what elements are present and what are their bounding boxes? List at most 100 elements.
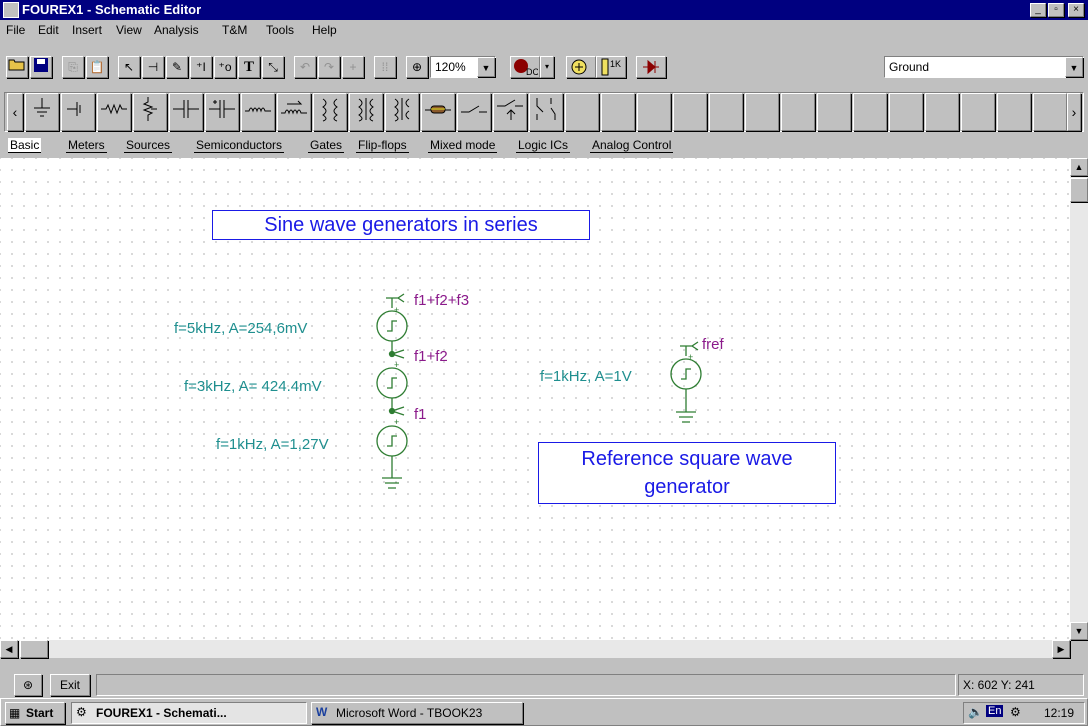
component-slot-empty[interactable] bbox=[961, 93, 995, 131]
tab-basic[interactable]: Basic bbox=[8, 138, 42, 153]
pencil-icon[interactable]: ✎ bbox=[166, 56, 188, 78]
transformer-icon[interactable] bbox=[313, 93, 347, 131]
diode-icon[interactable] bbox=[636, 56, 666, 78]
polarized-capacitor-icon[interactable] bbox=[205, 93, 239, 131]
tab-sources[interactable]: Sources bbox=[124, 138, 173, 153]
scroll-left-icon[interactable]: ‹ bbox=[7, 93, 23, 131]
minimize-button[interactable]: _ bbox=[1030, 3, 1046, 17]
tab-flip-flops[interactable]: Flip-flops bbox=[356, 138, 409, 153]
text-origin-icon[interactable]: ⁺o bbox=[214, 56, 236, 78]
menu-insert[interactable]: Insert bbox=[72, 23, 102, 37]
text-icon[interactable]: T bbox=[238, 56, 260, 78]
scroll-down-icon[interactable]: ▼ bbox=[1070, 622, 1088, 640]
scroll-left-icon[interactable]: ◀ bbox=[0, 640, 18, 658]
redo-icon[interactable]: ↷ bbox=[318, 56, 340, 78]
label-icon[interactable]: ⤡ bbox=[262, 56, 284, 78]
menu-analysis[interactable]: Analysis bbox=[154, 23, 199, 37]
maximize-button[interactable]: ▫ bbox=[1048, 3, 1064, 17]
component-slot-empty[interactable] bbox=[673, 93, 707, 131]
open-icon[interactable] bbox=[6, 56, 28, 78]
node-label-low: f1 bbox=[414, 406, 427, 423]
component-slot-empty[interactable] bbox=[709, 93, 743, 131]
reference-generator-circuit[interactable]: + bbox=[660, 340, 730, 450]
close-button[interactable]: × bbox=[1068, 3, 1084, 17]
horizontal-scrollbar[interactable]: ◀ ▶ bbox=[0, 640, 1070, 658]
chevron-down-icon[interactable]: ▼ bbox=[477, 57, 495, 77]
scroll-up-icon[interactable]: ▲ bbox=[1070, 158, 1088, 176]
component-slot-empty[interactable] bbox=[637, 93, 671, 131]
scroll-right-icon[interactable]: › bbox=[1067, 93, 1081, 131]
schematic-canvas[interactable]: Sine wave generators in series Reference… bbox=[0, 158, 1070, 640]
component-slot-empty[interactable] bbox=[745, 93, 779, 131]
component-slot-empty[interactable] bbox=[853, 93, 887, 131]
ground-icon[interactable] bbox=[25, 93, 59, 131]
component-slot-empty[interactable] bbox=[817, 93, 851, 131]
grid-icon[interactable]: ⁞⁞ bbox=[374, 56, 396, 78]
resistor-icon[interactable] bbox=[97, 93, 131, 131]
horizontal-scroll-thumb[interactable] bbox=[20, 640, 48, 658]
capacitor-icon[interactable] bbox=[169, 93, 203, 131]
speaker-icon[interactable]: 🔈 bbox=[968, 705, 983, 719]
wire-icon[interactable]: ⊣ bbox=[142, 56, 164, 78]
potentiometer-icon[interactable] bbox=[133, 93, 167, 131]
copy-icon[interactable]: ⎘ bbox=[62, 56, 84, 78]
tab-logic-ics[interactable]: Logic ICs bbox=[516, 138, 571, 153]
menu-edit[interactable]: Edit bbox=[38, 23, 59, 37]
paste-icon[interactable]: 📋 bbox=[86, 56, 108, 78]
meter-icon[interactable] bbox=[566, 56, 596, 78]
exit-button[interactable]: Exit bbox=[50, 674, 90, 696]
tab-mixed-mode[interactable]: Mixed mode bbox=[428, 138, 498, 153]
reference-label-box[interactable]: Reference square wave generator bbox=[538, 442, 836, 504]
dc-dropdown-icon[interactable]: ▾ bbox=[540, 56, 554, 78]
zoom-icon[interactable]: ⊕ bbox=[406, 56, 428, 78]
component-slot-empty[interactable] bbox=[601, 93, 635, 131]
dc-analysis-icon[interactable]: DC bbox=[510, 56, 540, 78]
save-icon[interactable] bbox=[30, 56, 52, 78]
tab-meters[interactable]: Meters bbox=[66, 138, 107, 153]
network-icon[interactable]: ⚙ bbox=[1010, 705, 1021, 719]
language-indicator[interactable]: En bbox=[986, 705, 1004, 717]
tab-semiconductors[interactable]: Semiconductors bbox=[194, 138, 285, 153]
reference-label-line2: generator bbox=[644, 476, 730, 498]
menu-file[interactable]: File bbox=[6, 23, 25, 37]
menu-help[interactable]: Help bbox=[312, 23, 337, 37]
inductor-icon[interactable] bbox=[241, 93, 275, 131]
component-slot-empty[interactable] bbox=[565, 93, 599, 131]
text-insert-icon[interactable]: ⁺I bbox=[190, 56, 212, 78]
resistance-meter-icon[interactable]: 1K bbox=[596, 56, 626, 78]
component-slot-empty[interactable] bbox=[889, 93, 923, 131]
menu-tools[interactable]: Tools bbox=[266, 23, 294, 37]
pointer-icon[interactable]: ↖ bbox=[118, 56, 140, 78]
vertical-scrollbar[interactable]: ▲ ▼ bbox=[1070, 158, 1088, 640]
chevron-down-icon[interactable]: ▼ bbox=[1065, 57, 1083, 77]
task-word[interactable]: W Microsoft Word - TBOOK23 bbox=[311, 702, 523, 724]
zoom-select[interactable]: 120% ▼ bbox=[430, 56, 496, 78]
transformer3-icon[interactable] bbox=[385, 93, 419, 131]
tab-analog-control[interactable]: Analog Control bbox=[590, 138, 674, 153]
component-slot-empty[interactable] bbox=[781, 93, 815, 131]
scroll-right-icon[interactable]: ▶ bbox=[1052, 640, 1070, 658]
relay-icon[interactable] bbox=[493, 93, 527, 131]
menu-tm[interactable]: T&M bbox=[222, 23, 247, 37]
fuse-icon[interactable] bbox=[421, 93, 455, 131]
component-slot-empty[interactable] bbox=[1033, 93, 1067, 131]
switch-icon[interactable] bbox=[457, 93, 491, 131]
battery-icon[interactable] bbox=[61, 93, 95, 131]
title-label-box[interactable]: Sine wave generators in series bbox=[212, 210, 590, 240]
coupled-switch-icon[interactable] bbox=[529, 93, 563, 131]
component-select[interactable]: Ground ▼ bbox=[884, 56, 1084, 78]
start-button[interactable]: ▦ Start bbox=[5, 702, 65, 724]
menu-view[interactable]: View bbox=[116, 23, 142, 37]
series-generator-circuit[interactable]: + + + bbox=[360, 288, 440, 508]
task-fourex1[interactable]: ⚙ FOUREX1 - Schemati... bbox=[71, 702, 307, 724]
app-icon[interactable] bbox=[3, 2, 19, 18]
vertical-scroll-thumb[interactable] bbox=[1070, 178, 1088, 202]
tab-gates[interactable]: Gates bbox=[308, 138, 345, 153]
undo-icon[interactable]: ↶ bbox=[294, 56, 316, 78]
variable-inductor-icon[interactable] bbox=[277, 93, 311, 131]
exit-icon[interactable]: ⊛ bbox=[14, 674, 42, 696]
snap-icon[interactable]: + bbox=[342, 56, 364, 78]
component-slot-empty[interactable] bbox=[997, 93, 1031, 131]
component-slot-empty[interactable] bbox=[925, 93, 959, 131]
transformer2-icon[interactable] bbox=[349, 93, 383, 131]
